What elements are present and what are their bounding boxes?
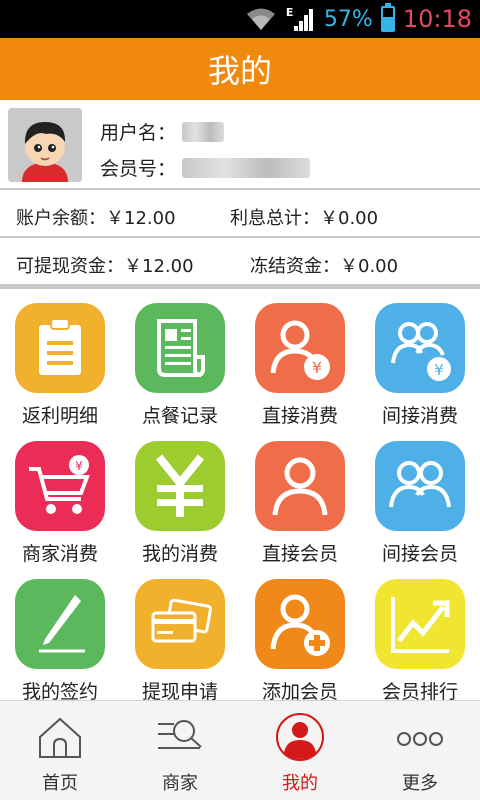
home-icon	[39, 717, 81, 758]
bottom-nav: 首页 商家 我的 更多	[0, 700, 480, 800]
svg-text:¥: ¥	[434, 361, 444, 379]
grid-item-member-ranking[interactable]: 会员排行	[360, 565, 480, 703]
username-row: 用户名：	[100, 118, 225, 145]
yen-icon	[155, 454, 205, 517]
function-grid: 返利明细 点餐记录 ¥ 直接消费 ¥ 间接消费 ¥ 商家消费 我的消费 直接会员…	[0, 286, 480, 703]
grid-item-my-contracts[interactable]: 我的签约	[0, 565, 120, 703]
nav-label: 我的	[282, 773, 318, 794]
grid-item-label: 间接会员	[381, 543, 458, 565]
grid-icon-bg	[135, 303, 225, 393]
username-value-redacted	[182, 121, 225, 142]
grid-icon-bg: ¥	[15, 441, 105, 531]
funds-row-2: 可提现资金：￥12.00 冻结资金：￥0.00	[0, 240, 480, 286]
grid-item-add-member[interactable]: 添加会员	[240, 565, 360, 703]
group-icon	[389, 461, 451, 508]
grid-item-direct-members[interactable]: 直接会员	[240, 427, 360, 565]
grid-icon-bg	[135, 579, 225, 669]
cards-icon	[151, 598, 212, 643]
grid-item-rebate-details[interactable]: 返利明细	[0, 289, 120, 427]
nav-item-mine[interactable]: 我的	[240, 701, 360, 800]
grid-item-direct-consumption[interactable]: ¥ 直接消费	[240, 289, 360, 427]
svg-text:¥: ¥	[75, 459, 83, 473]
username-label: 用户名：	[100, 122, 177, 144]
grid-icon-bg	[15, 579, 105, 669]
grid-icon-bg	[375, 441, 465, 531]
grid-item-label: 我的消费	[141, 543, 218, 565]
funds-row-1: 账户余额：￥12.00 利息总计：￥0.00	[0, 192, 480, 238]
grid-item-indirect-members[interactable]: 间接会员	[360, 427, 480, 565]
wifi-icon	[246, 8, 275, 30]
search-list-icon	[158, 720, 202, 749]
more-dots-icon	[397, 732, 443, 746]
member-no-row: 会员号：	[100, 154, 311, 181]
status-bar: E 57% 10:18	[0, 0, 480, 38]
withdrawable-label: 可提现资金：￥12.00	[16, 256, 194, 277]
profile-icon	[276, 713, 324, 761]
person-add-icon	[270, 594, 330, 656]
grid-item-label: 间接消费	[381, 405, 458, 427]
cartoon-avatar-icon	[8, 108, 82, 182]
receipt-icon	[157, 319, 205, 377]
page-title: 我的	[207, 52, 272, 90]
trend-chart-icon	[391, 597, 450, 653]
grid-item-merchant-consumption[interactable]: ¥ 商家消费	[0, 427, 120, 565]
grid-item-order-records[interactable]: 点餐记录	[120, 289, 240, 427]
grid-icon-bg: ¥	[255, 303, 345, 393]
network-type: E	[285, 6, 294, 19]
grid-item-label: 点餐记录	[141, 405, 218, 427]
nav-item-home[interactable]: 首页	[0, 701, 120, 800]
interest-label: 利息总计：￥0.00	[230, 208, 379, 229]
battery-icon	[380, 3, 395, 32]
grid-item-label: 商家消费	[21, 543, 98, 565]
nav-item-more[interactable]: 更多	[360, 701, 480, 800]
member-no-value-redacted	[182, 157, 311, 178]
nav-item-merchants[interactable]: 商家	[120, 701, 240, 800]
battery-fill	[382, 17, 393, 30]
avatar[interactable]	[8, 108, 82, 182]
frozen-label: 冻结资金：￥0.00	[250, 256, 399, 277]
clipboard-icon	[39, 318, 81, 375]
page-header: 我的	[0, 38, 480, 100]
grid-icon-bg	[255, 579, 345, 669]
grid-item-label: 返利明细	[21, 405, 98, 427]
person-icon	[272, 457, 328, 516]
balance-label: 账户余额：￥12.00	[16, 208, 176, 229]
grid-item-label: 直接消费	[261, 405, 338, 427]
grid-icon-bg	[135, 441, 225, 531]
battery-percent: 57%	[323, 6, 373, 32]
person-yen-icon: ¥	[270, 320, 330, 380]
member-no-label: 会员号：	[100, 158, 177, 180]
cart-yen-icon: ¥	[29, 455, 90, 514]
grid-icon-bg: ¥	[375, 303, 465, 393]
grid-item-indirect-consumption[interactable]: ¥ 间接消费	[360, 289, 480, 427]
grid-item-label: 直接会员	[261, 543, 338, 565]
group-yen-icon: ¥	[391, 322, 451, 381]
pen-icon	[39, 595, 85, 653]
grid-icon-bg	[375, 579, 465, 669]
signal-icon: E	[286, 6, 316, 32]
svg-text:¥: ¥	[312, 358, 322, 377]
grid-item-my-consumption[interactable]: 我的消费	[120, 427, 240, 565]
grid-icon-bg	[15, 303, 105, 393]
grid-icon-bg	[255, 441, 345, 531]
nav-label: 商家	[162, 773, 198, 794]
nav-label: 更多	[402, 773, 438, 794]
clock: 10:18	[402, 5, 472, 33]
nav-label: 首页	[42, 773, 78, 794]
grid-item-withdraw-request[interactable]: 提现申请	[120, 565, 240, 703]
